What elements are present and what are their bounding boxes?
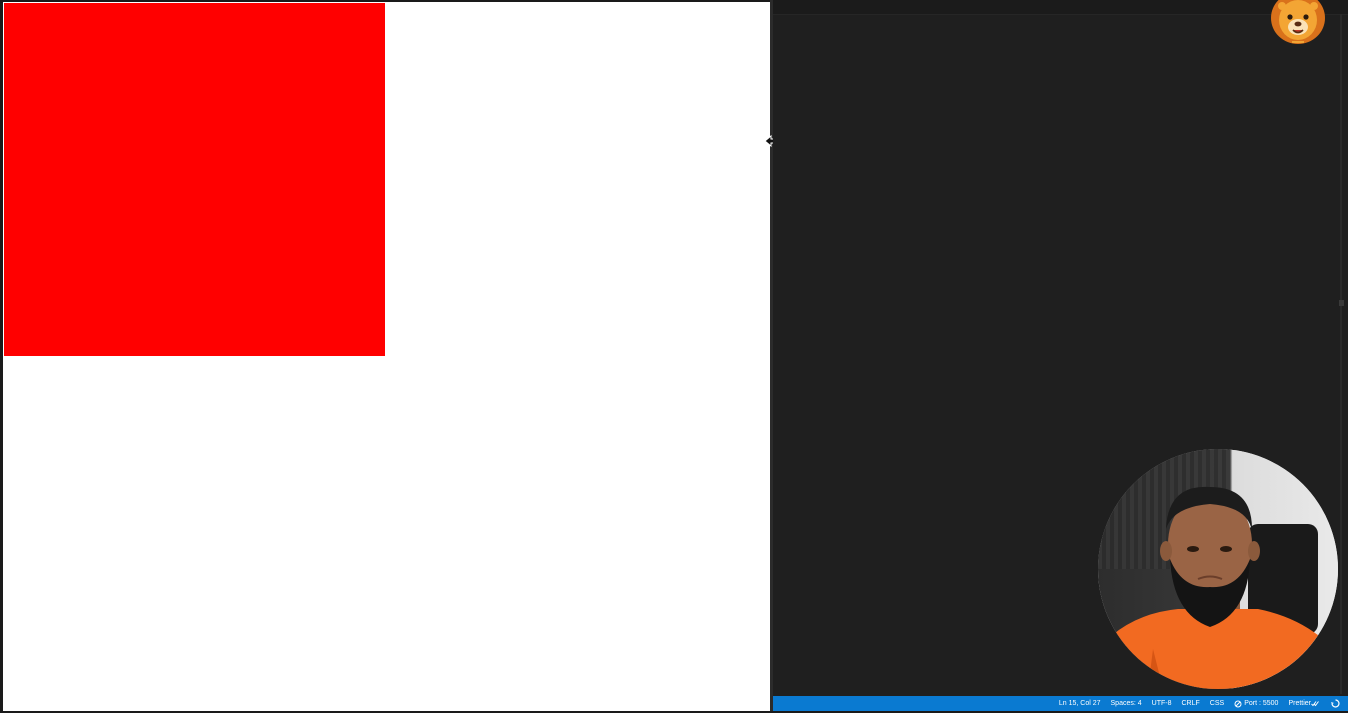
bell-sync-icon xyxy=(1331,699,1340,708)
red-square-box xyxy=(4,3,385,356)
notifications-button[interactable] xyxy=(1331,699,1342,708)
prettier-label: Prettier xyxy=(1288,700,1311,707)
webcam-overlay xyxy=(1098,449,1338,689)
lion-logo-icon xyxy=(1271,0,1325,44)
live-server-port-button[interactable]: Port : 5500 xyxy=(1234,700,1278,708)
language-mode-indicator[interactable]: CSS xyxy=(1210,700,1224,707)
browser-preview-pane[interactable] xyxy=(0,0,770,711)
presenter-webcam-icon xyxy=(1098,449,1338,689)
cursor-position-indicator[interactable]: Ln 15, Col 27 xyxy=(1059,700,1101,707)
port-label: Port : 5500 xyxy=(1244,700,1279,707)
code-editor-pane[interactable] xyxy=(773,0,1348,713)
double-check-icon xyxy=(1311,701,1319,707)
encoding-indicator[interactable]: UTF-8 xyxy=(1152,700,1172,707)
status-bar: Ln 15, Col 27 Spaces: 4 UTF-8 CRLF CSS P… xyxy=(773,696,1348,711)
screen: Ln 15, Col 27 Spaces: 4 UTF-8 CRLF CSS P… xyxy=(0,0,1348,713)
port-broadcast-icon xyxy=(1234,700,1242,707)
editor-scrollbar-thumb[interactable] xyxy=(1339,300,1344,306)
indentation-indicator[interactable]: Spaces: 4 xyxy=(1111,700,1142,707)
editor-tab-strip xyxy=(773,0,1348,15)
editor-scrollbar[interactable] xyxy=(1340,14,1342,694)
line-ending-indicator[interactable]: CRLF xyxy=(1182,700,1200,707)
prettier-button[interactable]: Prettier xyxy=(1288,700,1321,707)
